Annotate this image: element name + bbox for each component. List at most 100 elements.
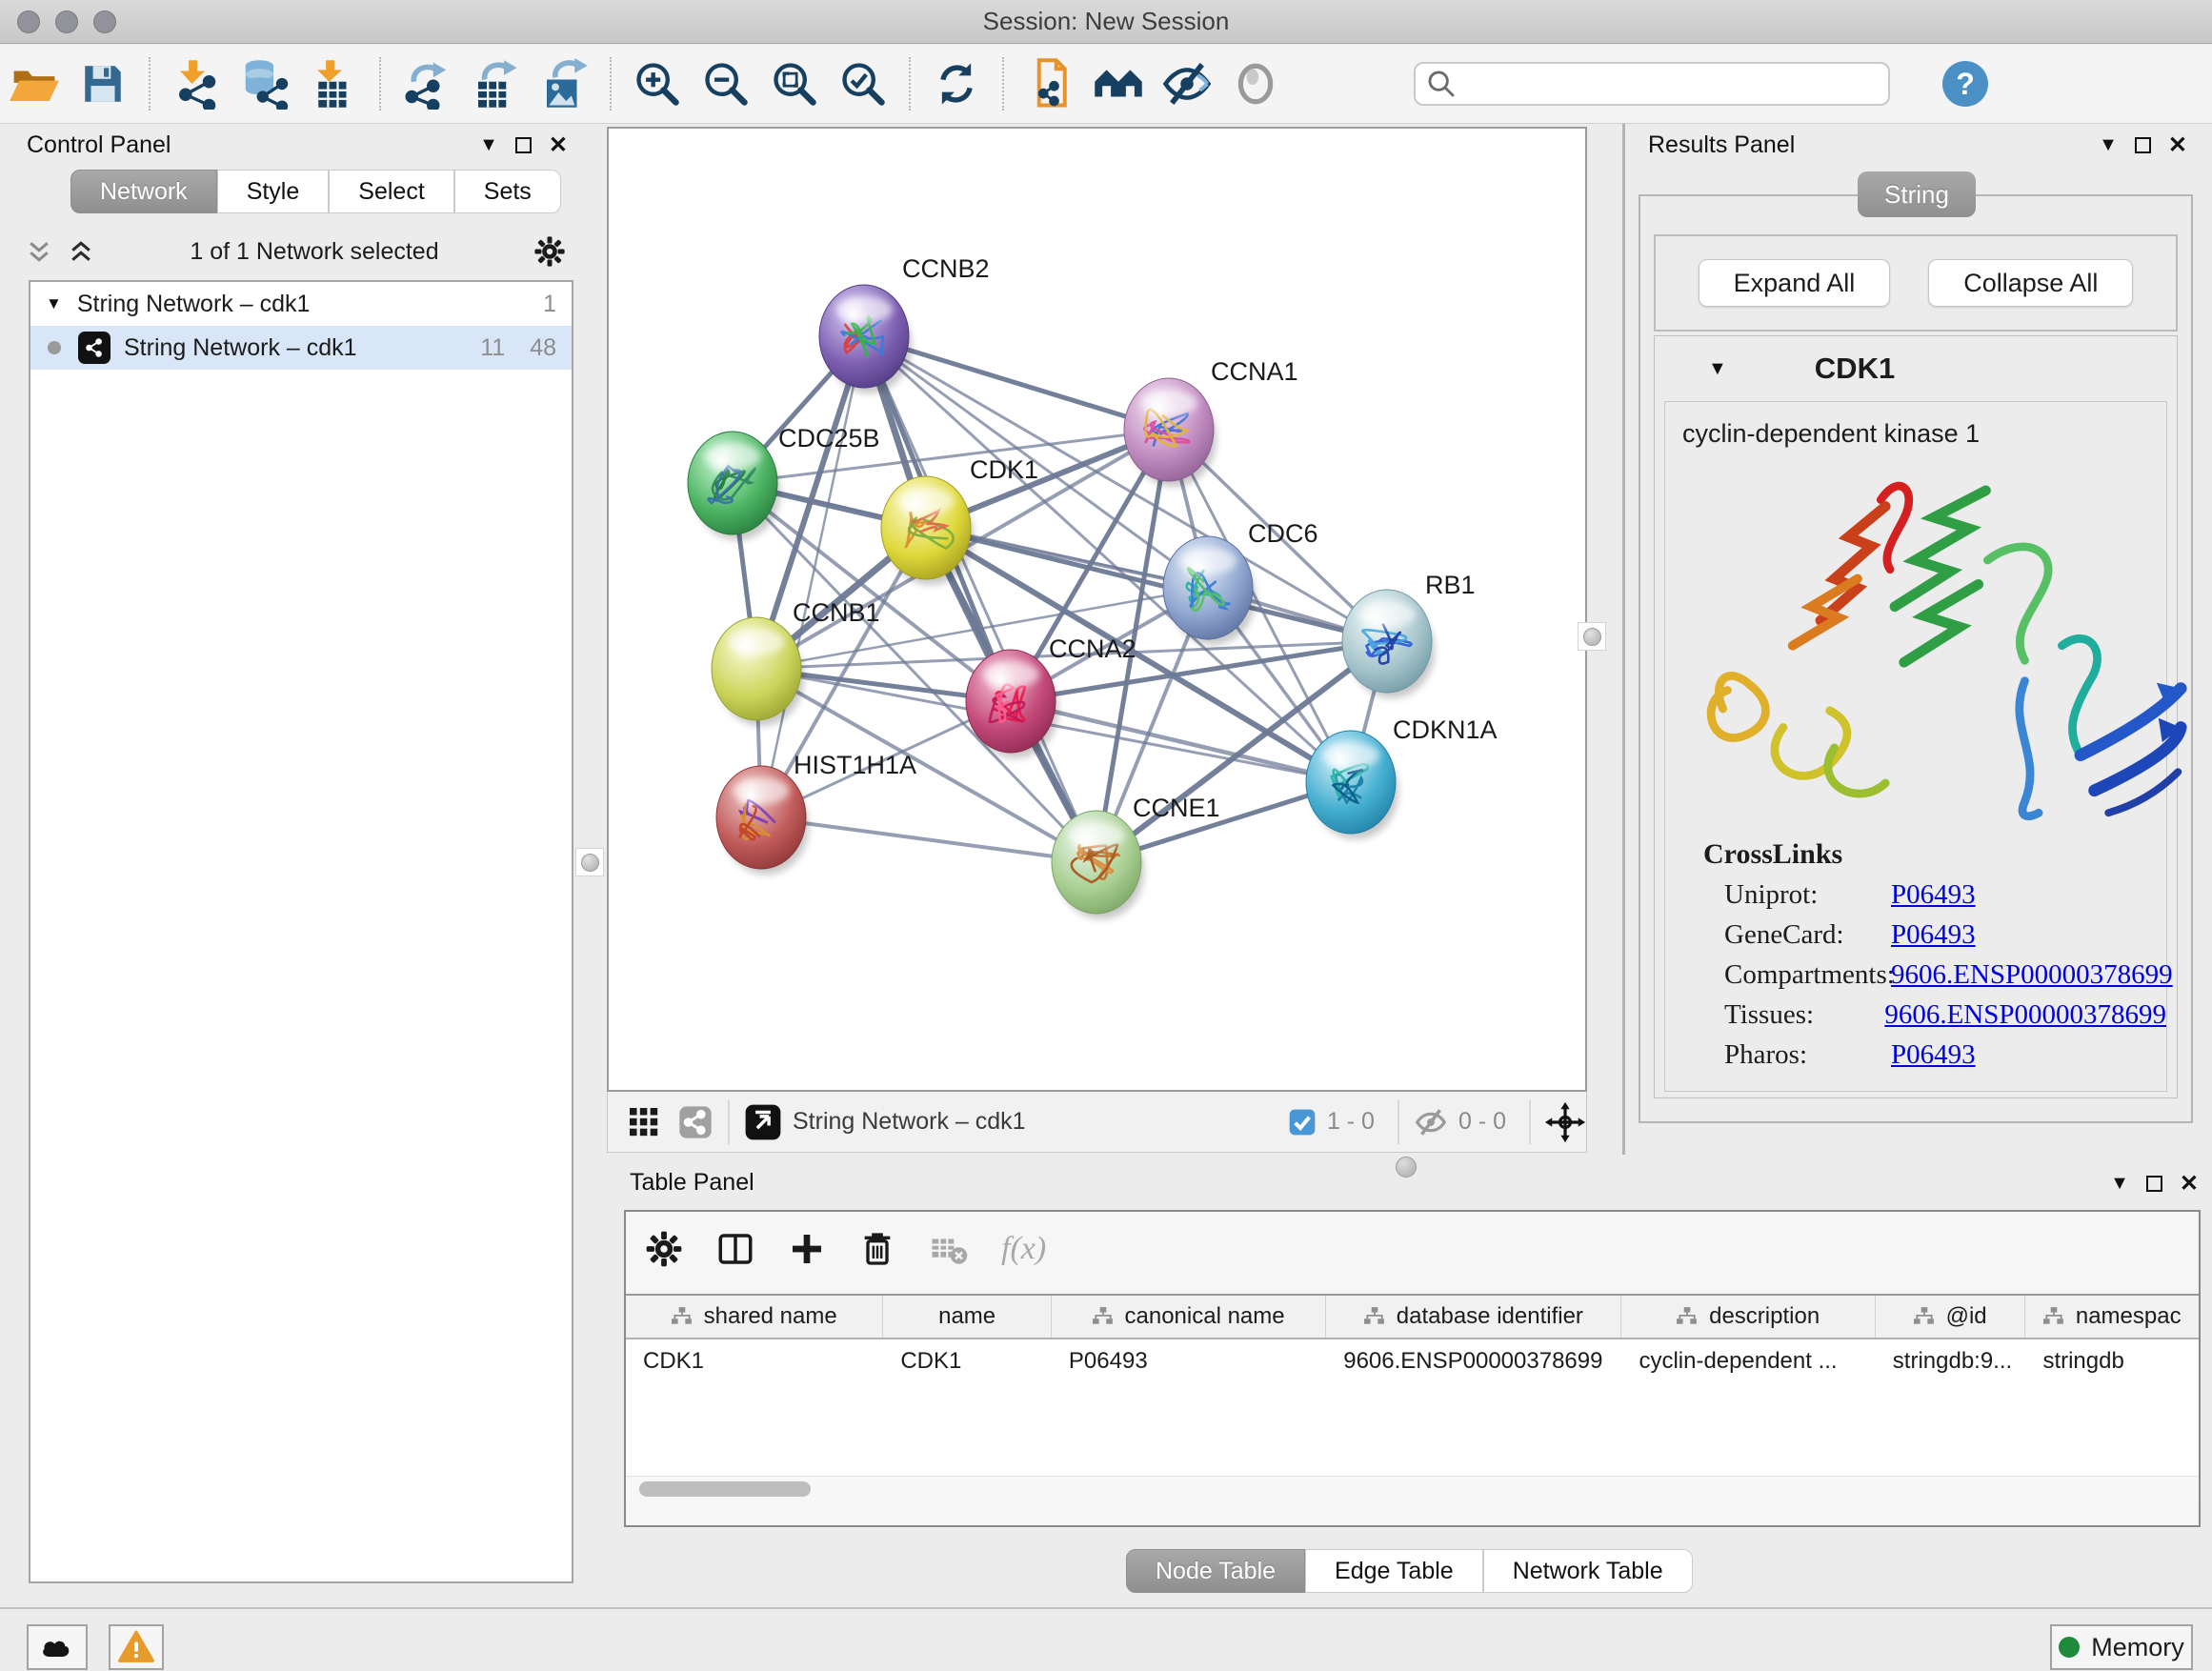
node-CDKN1A[interactable]: CDKN1A [1306,715,1498,839]
network-collection-row[interactable]: ▼ String Network – cdk1 1 [30,282,572,326]
network-view-title: String Network – cdk1 [793,1108,1287,1136]
network-from-file-button[interactable] [1024,58,1076,110]
zoom-in-button[interactable] [632,58,683,110]
column-header-description[interactable]: description [1621,1296,1875,1338]
left-splitter-handle[interactable] [575,848,604,876]
cell-namespace[interactable]: stringdb [2025,1348,2199,1375]
tab-string[interactable]: String [1858,171,1976,217]
tab-sets[interactable]: Sets [454,170,561,213]
show-columns-icon[interactable] [715,1229,755,1269]
cell-name[interactable]: CDK1 [883,1348,1052,1375]
tab-network[interactable]: Network [70,170,217,213]
import-database-button[interactable] [239,58,291,110]
search-box[interactable] [1414,62,1890,106]
search-input[interactable] [1458,70,1858,97]
column-header-id[interactable]: @id [1876,1296,2026,1338]
entry-expander-icon[interactable]: ▼ [1708,358,1727,380]
table-row[interactable]: CDK1 CDK1 P06493 9606.ENSP00000378699 cy… [626,1339,2199,1383]
node-CDC6[interactable]: CDC6 [1163,519,1318,645]
hide-selected-button[interactable] [1161,58,1213,110]
zoom-fit-button[interactable] [769,58,820,110]
cell-database-identifier[interactable]: 9606.ENSP00000378699 [1326,1348,1621,1375]
node-CCNB1[interactable]: CCNB1 [712,598,880,726]
selected-checkbox-icon[interactable] [1287,1107,1317,1137]
gear-icon[interactable] [533,235,566,268]
tab-edge-table[interactable]: Edge Table [1305,1549,1483,1593]
node-result-header[interactable]: ▼ CDK1 [1655,336,2177,401]
panel-float-icon[interactable] [2135,137,2151,153]
vertical-splitter[interactable] [1622,124,1625,1155]
cell-description[interactable]: cyclin-dependent ... [1621,1348,1875,1375]
panel-collapse-icon[interactable]: ▼ [479,134,498,156]
panel-float-icon[interactable] [2146,1176,2162,1192]
node-CCNE1[interactable]: CCNE1 [1052,794,1220,919]
results-panel-title: Results Panel [1648,131,1795,159]
export-network-button[interactable] [401,58,452,110]
help-button[interactable]: ? [1942,61,1988,107]
add-column-icon[interactable] [788,1230,826,1268]
warnings-button[interactable] [109,1624,164,1670]
edge-HIST1H1A-CCNE1[interactable] [761,817,1096,862]
crosslink-link[interactable]: 9606.ENSP00000378699 [1891,959,2173,991]
import-table-button[interactable] [308,58,359,110]
collapse-all-icon[interactable] [25,237,53,266]
birds-eye-view-icon[interactable] [743,1102,783,1142]
delete-column-icon[interactable] [858,1230,896,1268]
node-RB1[interactable]: RB1 [1342,571,1476,698]
node-CCNA1[interactable]: CCNA1 [1124,357,1298,487]
right-splitter-handle[interactable] [1578,622,1606,651]
table-horizontal-scrollbar[interactable] [626,1476,2199,1500]
column-header-canonical-name[interactable]: canonical name [1052,1296,1326,1338]
panel-float-icon[interactable] [515,137,532,153]
cell-shared-name[interactable]: CDK1 [626,1348,883,1375]
panel-close-icon[interactable]: ✕ [549,131,568,159]
panel-collapse-icon[interactable]: ▼ [2110,1173,2129,1195]
pan-crosshair-icon[interactable] [1544,1101,1586,1143]
hidden-eye-icon[interactable] [1413,1104,1449,1140]
zoom-out-button[interactable] [700,58,752,110]
scrollbar-thumb[interactable] [639,1481,811,1497]
cell-id[interactable]: stringdb:9... [1876,1348,2026,1375]
grid-view-icon[interactable] [625,1103,663,1141]
collection-expander-icon[interactable]: ▼ [46,294,62,313]
export-image-button[interactable] [538,58,590,110]
tab-select[interactable]: Select [329,170,453,213]
share-view-icon[interactable] [676,1103,714,1141]
zoom-selected-button[interactable] [837,58,889,110]
expand-all-icon[interactable] [67,237,95,266]
tab-style[interactable]: Style [217,170,330,213]
column-header-shared-name[interactable]: shared name [626,1296,883,1338]
memory-button[interactable]: Memory [2050,1624,2193,1670]
column-header-name[interactable]: name [883,1296,1052,1338]
collapse-all-button[interactable]: Collapse All [1928,259,2133,307]
export-table-button[interactable] [470,58,521,110]
column-header-database-identifier[interactable]: database identifier [1326,1296,1621,1338]
panel-close-icon[interactable]: ✕ [2180,1170,2199,1198]
network-row[interactable]: String Network – cdk1 11 48 [30,326,572,370]
panel-close-icon[interactable]: ✕ [2168,131,2187,159]
crosslink-link[interactable]: P06493 [1891,919,1976,951]
show-all-button[interactable] [1230,58,1281,110]
panel-collapse-icon[interactable]: ▼ [2099,134,2118,156]
edge-CCNB2-CCNE1[interactable] [864,336,1096,862]
tab-network-table[interactable]: Network Table [1483,1549,1693,1593]
node-HIST1H1A[interactable]: HIST1H1A [716,751,916,875]
crosslink-link[interactable]: P06493 [1891,1039,1976,1071]
cell-canonical-name[interactable]: P06493 [1052,1348,1326,1375]
refresh-layout-button[interactable] [931,58,982,110]
cloud-status-button[interactable] [27,1624,88,1670]
tab-node-table[interactable]: Node Table [1126,1549,1305,1593]
expand-all-button[interactable]: Expand All [1699,259,1891,307]
first-neighbors-button[interactable] [1093,58,1144,110]
import-network-button[interactable] [171,58,222,110]
crosslink-label: Uniprot: [1724,879,1891,911]
crosslink-link[interactable]: P06493 [1891,879,1976,911]
table-settings-gear-icon[interactable] [645,1230,683,1268]
column-header-namespace[interactable]: namespac [2025,1296,2199,1338]
crosslink-link[interactable]: 9606.ENSP00000378699 [1884,999,2166,1031]
network-view-canvas[interactable]: CCNB2CCNA1CDC25BCDK1CDC6RB1CCNB1CCNA2CDK… [607,127,1587,1092]
open-session-button[interactable] [9,58,60,110]
save-session-button[interactable] [77,58,129,110]
string-network-graph[interactable]: CCNB2CCNA1CDC25BCDK1CDC6RB1CCNB1CCNA2CDK… [609,129,1585,1090]
edge-CCNB2-HIST1H1A[interactable] [761,336,864,817]
